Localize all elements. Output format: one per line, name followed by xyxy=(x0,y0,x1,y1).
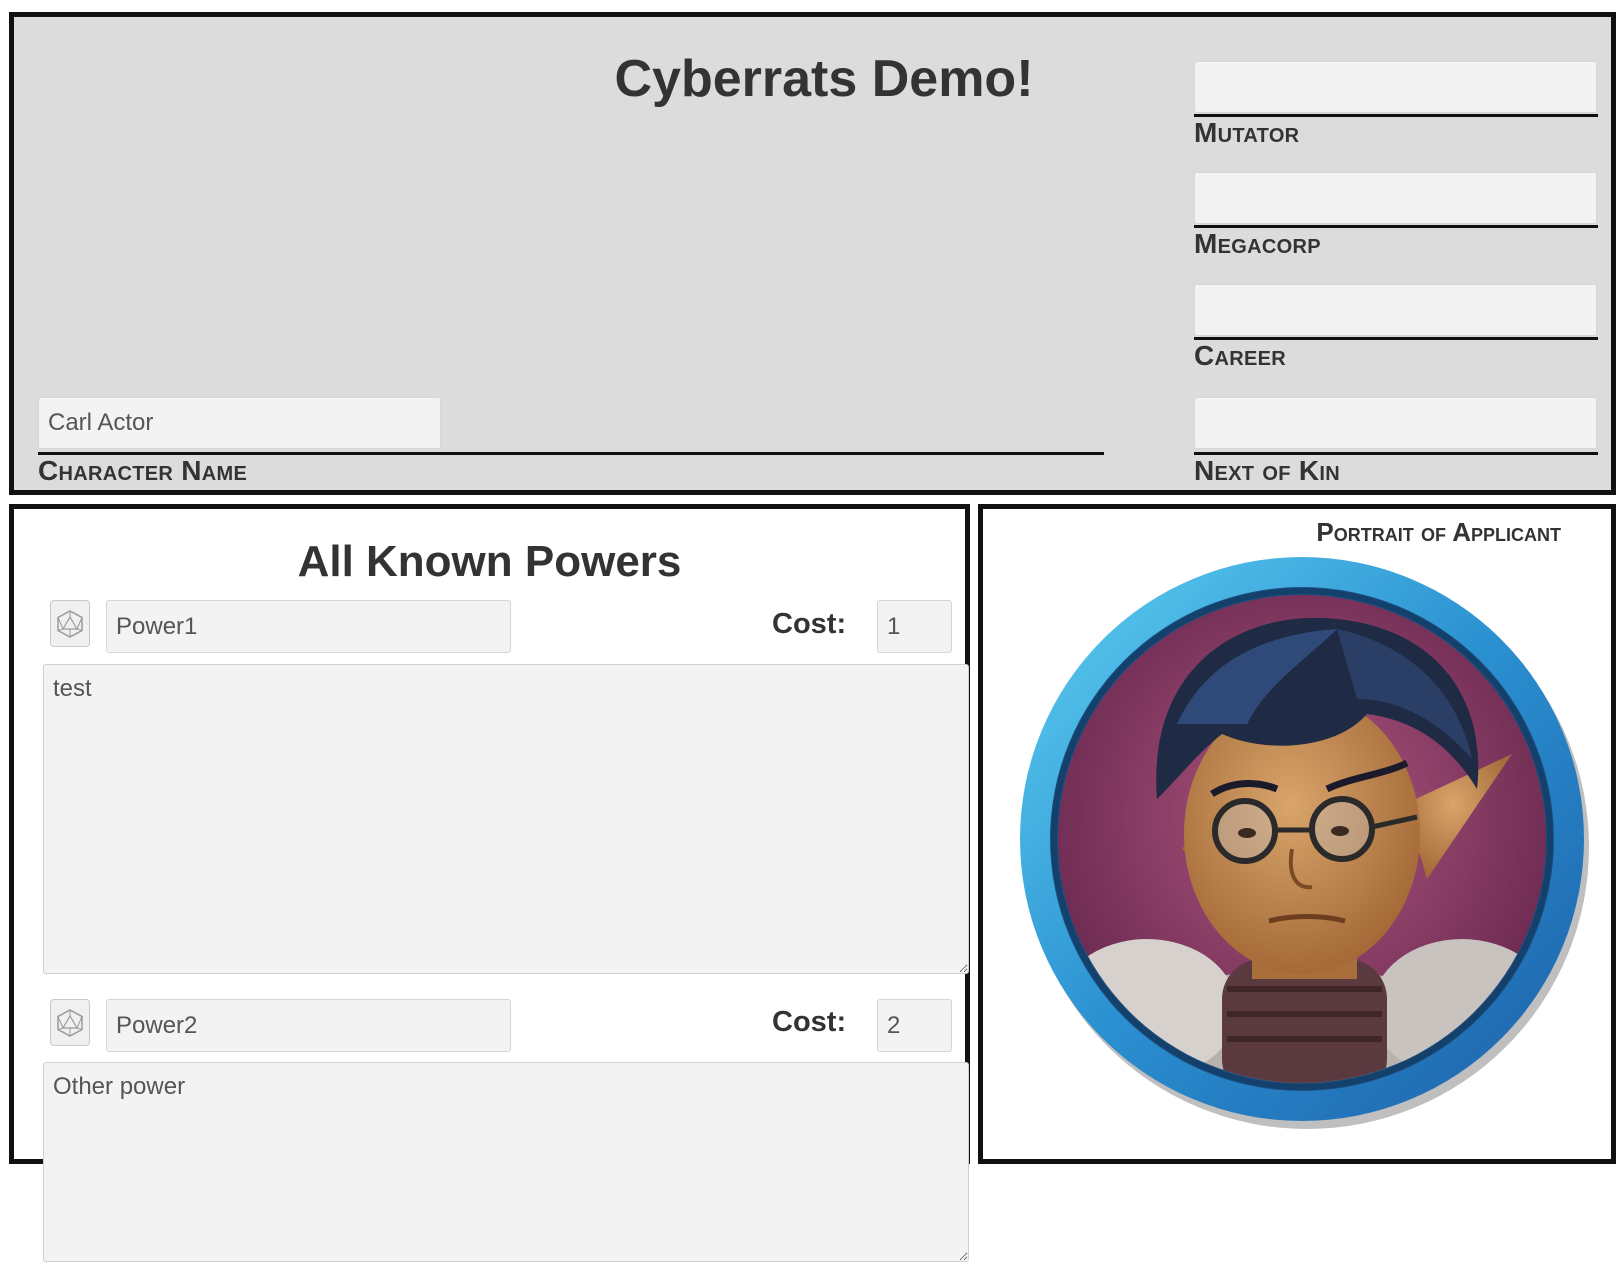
portrait-label: Portrait of Applicant xyxy=(1316,517,1561,547)
powers-title: All Known Powers xyxy=(297,537,682,586)
power2-cost-label: Cost: xyxy=(772,1006,847,1038)
mutator-label: Mutator xyxy=(1194,117,1300,148)
power1-cost-input[interactable] xyxy=(877,600,952,653)
mutator-input[interactable] xyxy=(1194,61,1597,113)
megacorp-label: Megacorp xyxy=(1194,228,1321,259)
character-name-label: Character Name xyxy=(38,455,248,486)
power1-description-textarea[interactable]: test xyxy=(43,664,969,974)
character-name-input[interactable] xyxy=(38,397,441,449)
power2-description-textarea[interactable]: Other power xyxy=(43,1062,969,1262)
power2-cost-input[interactable] xyxy=(877,999,952,1052)
power1-roll-button[interactable] xyxy=(50,600,90,647)
power1-name-input[interactable] xyxy=(106,600,511,653)
d20-die-icon xyxy=(57,609,83,638)
character-header-panel: Cyberrats Demo! Character Name Mutator M… xyxy=(9,12,1616,495)
next-of-kin-label: Next of Kin xyxy=(1194,455,1340,486)
career-label: Career xyxy=(1194,340,1287,371)
megacorp-input[interactable] xyxy=(1194,172,1597,224)
character-portrait-token[interactable] xyxy=(1007,549,1597,1139)
career-input[interactable] xyxy=(1194,284,1597,336)
portrait-panel: Portrait of Applicant xyxy=(978,504,1616,1164)
sheet-title: Cyberrats Demo! xyxy=(614,50,1034,108)
next-of-kin-input[interactable] xyxy=(1194,397,1597,449)
power2-roll-button[interactable] xyxy=(50,999,90,1046)
power2-name-input[interactable] xyxy=(106,999,511,1052)
power1-cost-label: Cost: xyxy=(772,608,847,640)
powers-panel: All Known Powers Cost: test Cost: Other … xyxy=(9,504,970,1262)
d20-die-icon xyxy=(57,1008,83,1037)
